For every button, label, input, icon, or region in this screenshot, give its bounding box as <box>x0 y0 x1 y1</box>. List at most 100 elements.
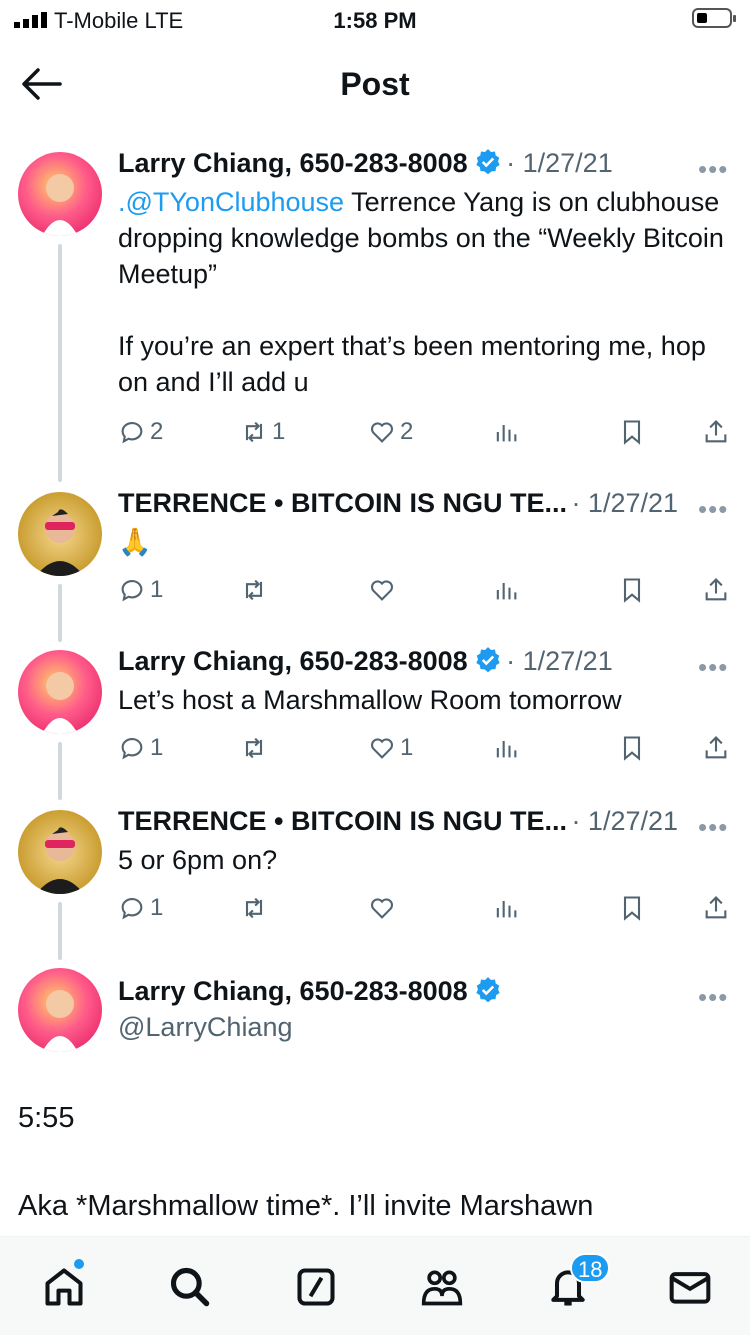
views-button[interactable] <box>492 576 520 604</box>
more-options-icon[interactable]: ••• <box>698 154 728 185</box>
like-icon <box>370 422 394 443</box>
bottom-nav: 18 <box>0 1236 750 1335</box>
more-options-icon[interactable]: ••• <box>698 494 728 525</box>
home-unread-dot <box>74 1259 84 1269</box>
share-button[interactable] <box>702 894 730 922</box>
avatar[interactable] <box>18 810 102 894</box>
author-name[interactable]: TERRENCE • BITCOIN IS NGU TE... <box>118 806 567 836</box>
tweet-actions: 2 1 2 <box>118 418 728 452</box>
author-name[interactable]: Larry Chiang, 650-283-8008 <box>118 646 468 676</box>
grok-icon[interactable] <box>294 1265 338 1309</box>
reply-button[interactable]: 1 <box>118 894 163 922</box>
like-icon <box>370 898 394 919</box>
tweet-date[interactable]: · 1/27/21 <box>571 488 678 518</box>
search-icon[interactable] <box>168 1265 212 1309</box>
views-icon <box>496 425 517 442</box>
tweet-date[interactable]: · 1/27/21 <box>506 646 613 676</box>
thread-line <box>58 584 62 642</box>
avatar[interactable] <box>18 492 102 576</box>
like-button[interactable] <box>368 576 400 604</box>
author-name[interactable]: Larry Chiang, 650-283-8008 <box>118 976 468 1006</box>
share-icon <box>705 896 727 919</box>
bookmark-icon <box>623 896 641 921</box>
mention-link[interactable]: .@TYonClubhouse <box>118 187 344 217</box>
thread-line <box>58 742 62 800</box>
like-button[interactable]: 1 <box>368 734 413 762</box>
tweet-actions: 1 <box>118 894 728 928</box>
like-button[interactable]: 2 <box>368 418 413 446</box>
tweet-header: TERRENCE • BITCOIN IS NGU TE... · 1/27/2… <box>118 488 678 519</box>
like-icon <box>370 738 394 759</box>
verified-icon <box>476 149 500 175</box>
main-tweet-header: Larry Chiang, 650-283-8008 <box>118 976 502 1007</box>
reply-button[interactable]: 1 <box>118 576 163 604</box>
share-button[interactable] <box>702 418 730 446</box>
views-button[interactable] <box>492 418 520 446</box>
tweet-text: Let’s host a Marshmallow Room tomorrow <box>118 685 622 715</box>
tweet-text: .@TYonClubhouse Terrence Yang is on club… <box>118 187 724 397</box>
bookmark-button[interactable] <box>618 576 646 604</box>
views-button[interactable] <box>492 894 520 922</box>
communities-icon[interactable] <box>420 1265 464 1309</box>
more-options-icon[interactable]: ••• <box>698 652 728 683</box>
bookmark-button[interactable] <box>618 894 646 922</box>
views-icon <box>496 741 517 758</box>
like-button[interactable] <box>368 894 400 922</box>
reply-button[interactable]: 1 <box>118 734 163 762</box>
thread-line <box>58 902 62 960</box>
tweet-header: Larry Chiang, 650-283-8008 · 1/27/21 <box>118 148 613 179</box>
tweet-text: 🙏 <box>118 527 152 557</box>
views-button[interactable] <box>492 734 520 762</box>
reply-icon <box>121 421 143 444</box>
bookmark-icon <box>623 578 641 603</box>
tweet-date[interactable]: · 1/27/21 <box>506 148 613 178</box>
bookmark-icon <box>623 736 641 761</box>
more-options-icon[interactable]: ••• <box>698 812 728 843</box>
avatar[interactable] <box>18 650 102 734</box>
reply-icon <box>121 579 143 602</box>
bookmark-icon <box>623 420 641 445</box>
notifications-badge: 18 <box>570 1253 611 1283</box>
repost-icon <box>245 421 263 443</box>
share-button[interactable] <box>702 734 730 762</box>
clock: 1:58 PM <box>333 8 417 33</box>
repost-icon <box>245 737 263 759</box>
author-name[interactable]: Larry Chiang, 650-283-8008 <box>118 148 468 178</box>
avatar[interactable] <box>18 152 102 236</box>
tweet-text: 5 or 6pm on? <box>118 845 278 875</box>
avatar[interactable] <box>18 968 102 1052</box>
author-handle[interactable]: @LarryChiang <box>118 1012 293 1043</box>
repost-button[interactable] <box>240 576 272 604</box>
home-icon[interactable] <box>42 1265 86 1309</box>
repost-icon <box>245 579 263 601</box>
share-button[interactable] <box>702 576 730 604</box>
share-icon <box>705 420 727 443</box>
more-options-icon[interactable]: ••• <box>698 982 728 1013</box>
status-bar: T-Mobile LTE 1:58 PM <box>0 0 750 40</box>
main-tweet-text-line: Aka *Marshmallow time*. I’ll invite Mars… <box>18 1190 594 1222</box>
thread-line <box>58 244 62 482</box>
page-title: Post <box>340 66 410 102</box>
bookmark-button[interactable] <box>618 418 646 446</box>
views-icon <box>496 583 517 600</box>
repost-icon <box>245 897 263 919</box>
verified-icon <box>476 647 500 673</box>
share-icon <box>705 578 727 601</box>
share-icon <box>705 736 727 759</box>
verified-icon <box>476 977 500 1003</box>
reply-button[interactable]: 2 <box>118 418 163 446</box>
tweet-actions: 1 1 <box>118 734 728 768</box>
repost-button[interactable]: 1 <box>240 418 285 446</box>
reply-icon <box>121 737 143 760</box>
views-icon <box>496 901 517 918</box>
repost-button[interactable] <box>240 894 272 922</box>
tweet-actions: 1 <box>118 576 728 610</box>
bookmark-button[interactable] <box>618 734 646 762</box>
reply-icon <box>121 897 143 920</box>
author-name[interactable]: TERRENCE • BITCOIN IS NGU TE... <box>118 488 567 518</box>
tweet-date[interactable]: · 1/27/21 <box>571 806 678 836</box>
like-icon <box>370 580 394 601</box>
repost-button[interactable] <box>240 734 272 762</box>
tweet-header: TERRENCE • BITCOIN IS NGU TE... · 1/27/2… <box>118 806 678 837</box>
messages-icon[interactable] <box>668 1265 712 1309</box>
